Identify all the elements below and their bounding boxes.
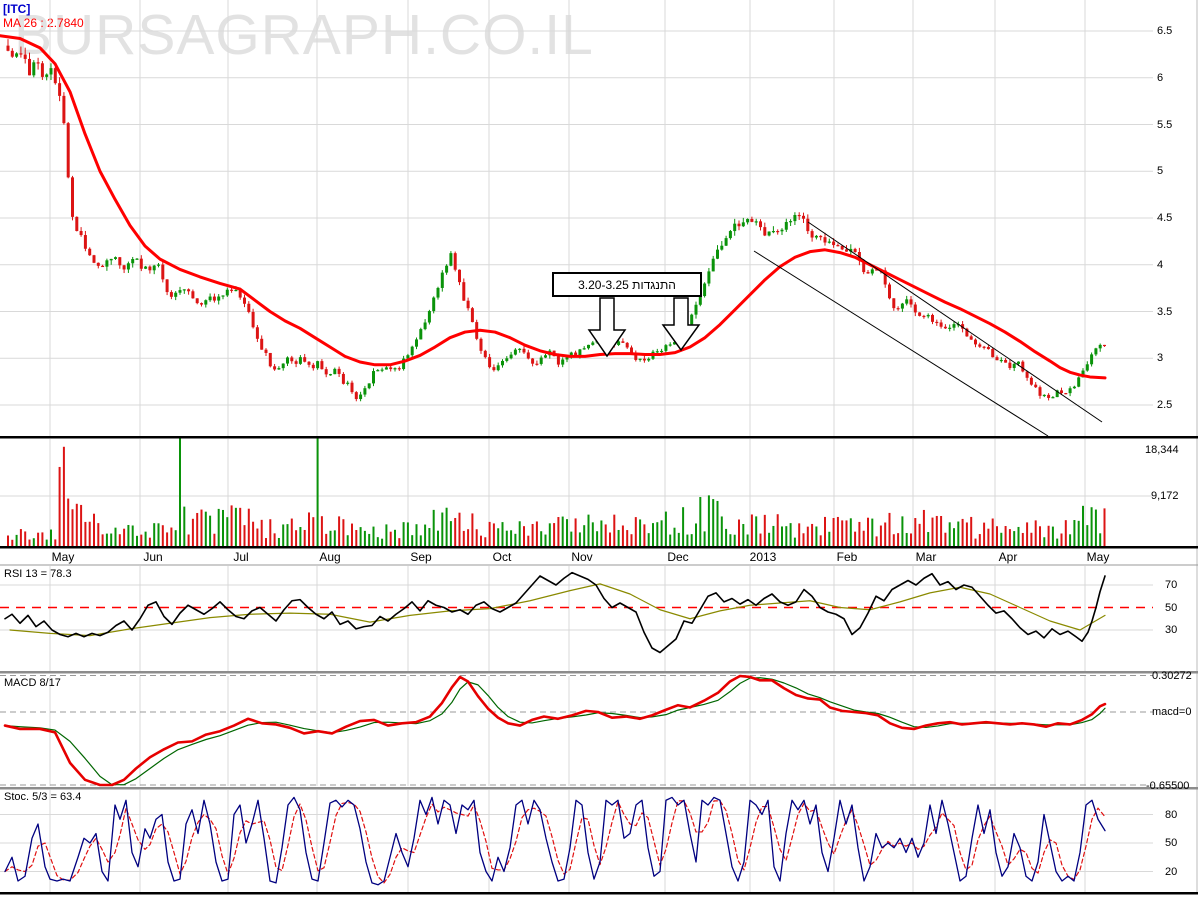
chart-page: BURSAGRAPH.CO.IL [ITC] MA 26 : 2.7840 18… xyxy=(0,0,1200,898)
down-arrow-icon xyxy=(587,297,627,358)
annotation-arrows-layer xyxy=(587,297,701,358)
down-arrow-icon xyxy=(661,297,701,352)
